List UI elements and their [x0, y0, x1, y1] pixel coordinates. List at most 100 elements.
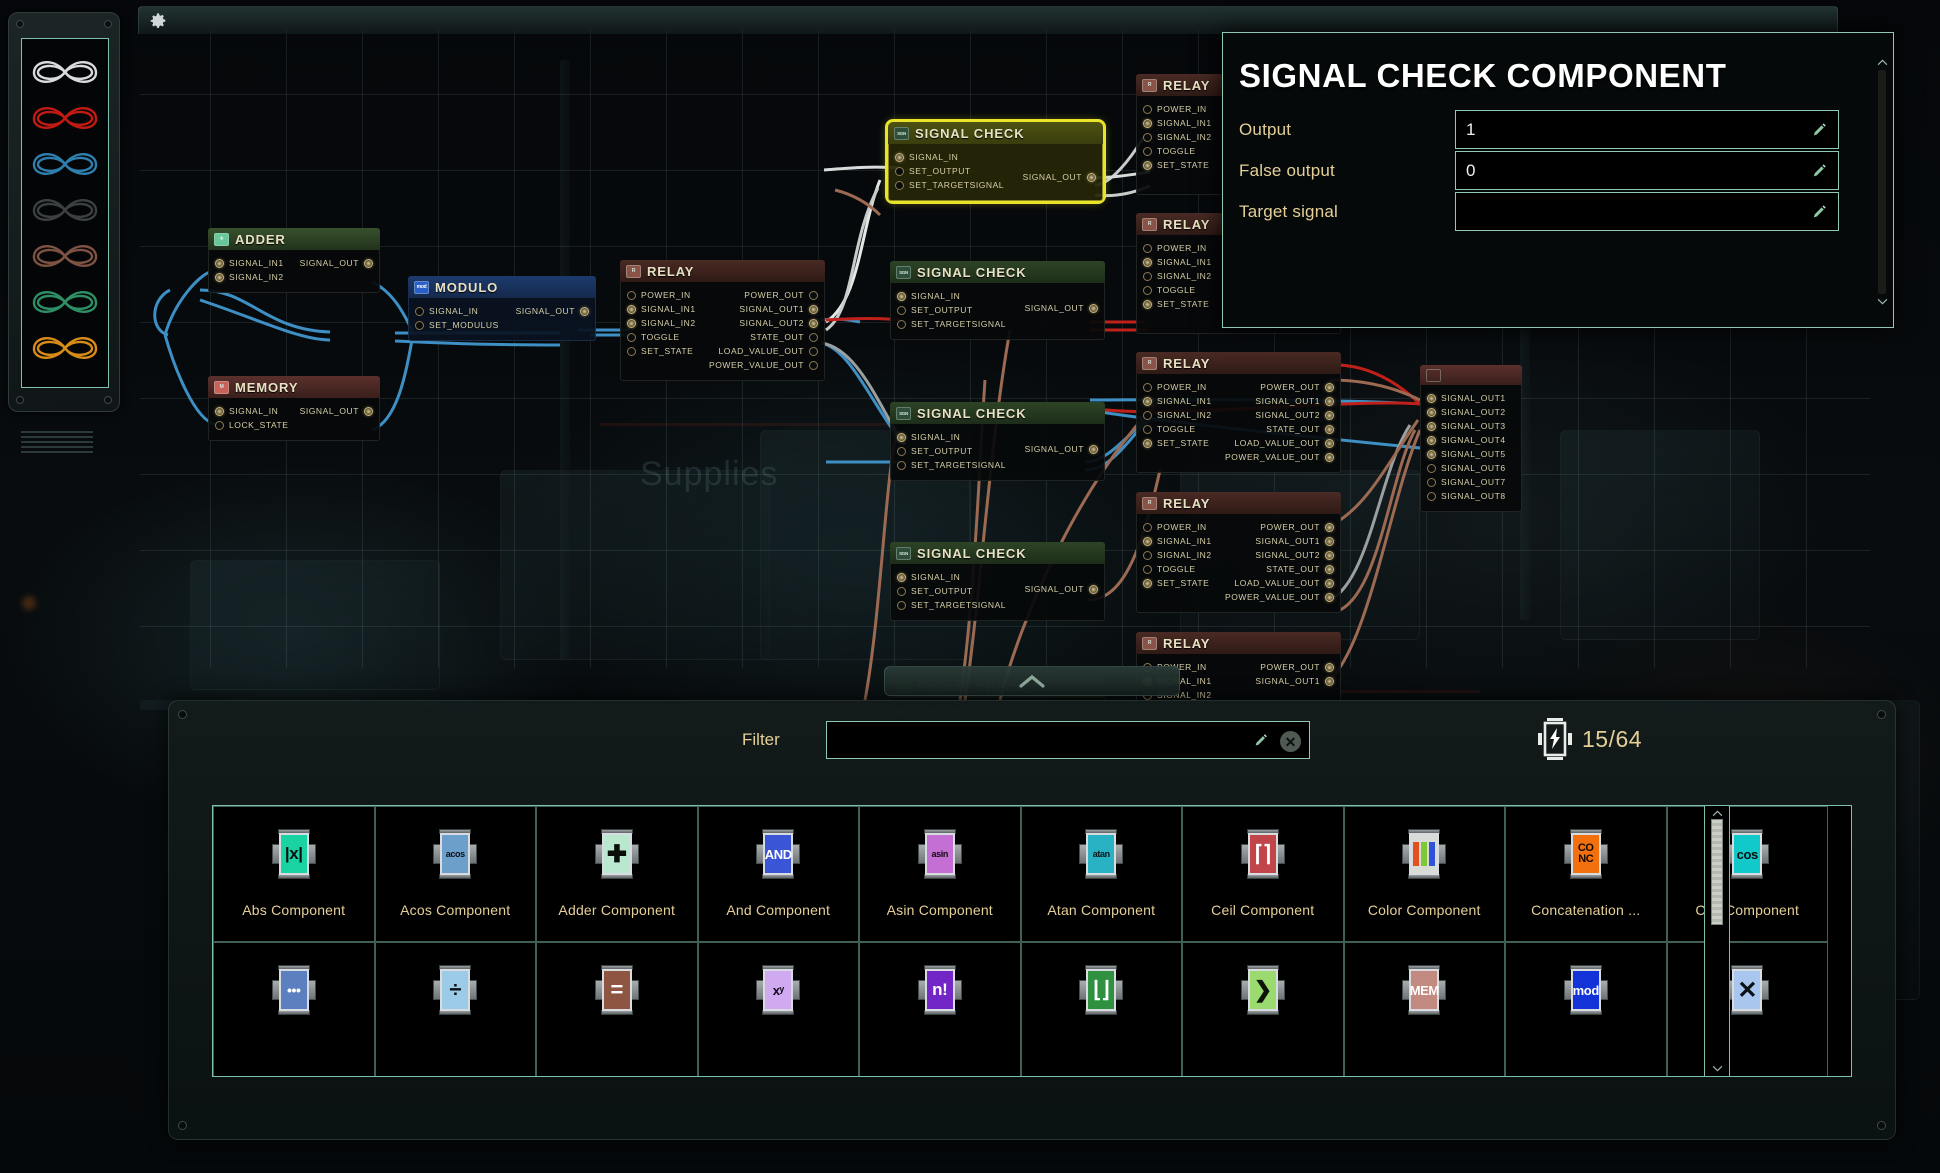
- pin-socket[interactable]: [1143, 578, 1152, 588]
- pin-socket[interactable]: [1143, 285, 1152, 295]
- pin-toggle[interactable]: TOGGLE: [1143, 145, 1212, 157]
- pin-toggle[interactable]: TOGGLE: [1143, 563, 1212, 575]
- component-cell[interactable]: =: [536, 942, 698, 1076]
- component-cell[interactable]: ÷: [374, 942, 536, 1076]
- node-signal-check-2[interactable]: SGN SIGNAL CHECK SIGNAL_IN SET_OUTPUT SE…: [890, 261, 1105, 340]
- pin-socket[interactable]: [1143, 522, 1152, 532]
- clear-circle-icon[interactable]: ✕: [1280, 731, 1301, 752]
- pin-socket[interactable]: [1325, 410, 1334, 420]
- pin-toggle[interactable]: TOGGLE: [627, 331, 696, 343]
- pin-socket[interactable]: [1143, 146, 1152, 156]
- chevron-up-icon[interactable]: [1712, 810, 1723, 817]
- pin-signal-out3[interactable]: SIGNAL_OUT3: [1427, 420, 1515, 432]
- pin-socket[interactable]: [1143, 564, 1152, 574]
- node-header[interactable]: mod MODULO: [408, 276, 596, 298]
- pin-socket[interactable]: [1087, 172, 1096, 182]
- pin-set-output[interactable]: SET_OUTPUT: [897, 585, 1006, 597]
- pin-socket[interactable]: [627, 304, 636, 314]
- pin-set-state[interactable]: SET_STATE: [1143, 577, 1212, 589]
- pin-socket[interactable]: [1089, 303, 1098, 313]
- component-cell[interactable]: ✚ Adder Component: [536, 806, 698, 942]
- node-signal-check-selected[interactable]: SGN SIGNAL CHECK SIGNAL_IN SET_OUTPUT SE…: [885, 119, 1106, 204]
- pin-set-targetsignal[interactable]: SET_TARGETSIGNAL: [897, 599, 1006, 611]
- false-output-field[interactable]: 0: [1455, 151, 1839, 190]
- node-header[interactable]: ✚ ADDER: [208, 228, 380, 250]
- filter-input[interactable]: ✕: [826, 721, 1310, 759]
- pin-socket[interactable]: [1143, 536, 1152, 546]
- pin-signal-in[interactable]: SIGNAL_IN: [415, 305, 499, 317]
- target-signal-field[interactable]: [1455, 192, 1839, 231]
- pin-signal-out1[interactable]: SIGNAL_OUT1: [1255, 675, 1334, 687]
- pin-socket[interactable]: [809, 304, 818, 314]
- pin-socket[interactable]: [364, 258, 373, 268]
- pin-socket[interactable]: [415, 306, 424, 316]
- pencil-icon[interactable]: [1811, 119, 1828, 141]
- pin-power-out[interactable]: POWER_OUT: [1225, 381, 1334, 393]
- pin-signal-in1[interactable]: SIGNAL_IN1: [1143, 535, 1212, 547]
- pin-socket[interactable]: [895, 166, 904, 176]
- pin-socket[interactable]: [1325, 662, 1334, 672]
- pin-socket[interactable]: [1143, 271, 1152, 281]
- pin-socket[interactable]: [580, 306, 589, 316]
- pin-signal-in1[interactable]: SIGNAL_IN1: [1143, 117, 1212, 129]
- pin-set-state[interactable]: SET_STATE: [1143, 298, 1212, 310]
- pin-socket[interactable]: [1325, 550, 1334, 560]
- pin-socket[interactable]: [897, 446, 906, 456]
- pin-power-in[interactable]: POWER_IN: [1143, 103, 1212, 115]
- pin-signal-out[interactable]: SIGNAL_OUT: [516, 305, 589, 317]
- pin-signal-out[interactable]: SIGNAL_OUT: [300, 405, 373, 417]
- pin-signal-out1[interactable]: SIGNAL_OUT1: [1427, 392, 1515, 404]
- chevron-up-icon[interactable]: [1877, 59, 1888, 66]
- node-header[interactable]: SGN SIGNAL CHECK: [890, 542, 1105, 564]
- pin-signal-in[interactable]: SIGNAL_IN: [215, 405, 289, 417]
- component-cell[interactable]: acos Acos Component: [374, 806, 536, 942]
- pin-socket[interactable]: [897, 460, 906, 470]
- pin-socket[interactable]: [1325, 564, 1334, 574]
- pin-signal-in1[interactable]: SIGNAL_IN1: [1143, 395, 1212, 407]
- node-header[interactable]: R RELAY: [620, 260, 825, 282]
- scrollbar-thumb[interactable]: [1711, 819, 1723, 925]
- component-cell[interactable]: xʸ: [697, 942, 859, 1076]
- chevron-up-icon[interactable]: [1019, 674, 1045, 689]
- green-wire-spool[interactable]: [29, 285, 101, 319]
- blue-wire-spool[interactable]: [29, 147, 101, 181]
- component-cell[interactable]: MEM: [1343, 942, 1505, 1076]
- pin-socket[interactable]: [215, 420, 224, 430]
- pin-power-out[interactable]: POWER_OUT: [1225, 521, 1334, 533]
- pin-socket[interactable]: [627, 346, 636, 356]
- pin-power-value-out[interactable]: POWER_VALUE_OUT: [1225, 451, 1334, 463]
- pin-signal-out4[interactable]: SIGNAL_OUT4: [1427, 434, 1515, 446]
- node-relay-r4[interactable]: R RELAY POWER_IN SIGNAL_IN1 SIGNAL_IN2 TO…: [1136, 492, 1341, 613]
- pin-socket[interactable]: [1325, 396, 1334, 406]
- node-header[interactable]: R RELAY: [1136, 632, 1341, 654]
- node-header[interactable]: R RELAY: [1136, 492, 1341, 514]
- chevron-down-icon[interactable]: [1712, 1065, 1723, 1072]
- pin-socket[interactable]: [1325, 578, 1334, 588]
- pin-set-targetsignal[interactable]: SET_TARGETSIGNAL: [895, 179, 1004, 191]
- pin-signal-out5[interactable]: SIGNAL_OUT5: [1427, 448, 1515, 460]
- component-cell[interactable]: ⌈⌉ Ceil Component: [1182, 806, 1344, 942]
- component-cell[interactable]: CO NC Concatenation ...: [1505, 806, 1667, 942]
- node-modulo[interactable]: mod MODULO SIGNAL_IN SET_MODULUS SIGNAL_…: [408, 276, 596, 341]
- pin-signal-in2[interactable]: SIGNAL_IN2: [215, 271, 284, 283]
- pin-socket[interactable]: [895, 180, 904, 190]
- pin-power-out[interactable]: POWER_OUT: [1255, 661, 1334, 673]
- pin-power-out[interactable]: POWER_OUT: [709, 289, 818, 301]
- pin-socket[interactable]: [897, 305, 906, 315]
- node-relay-center[interactable]: R RELAY POWER_IN SIGNAL_IN1 SIGNAL_IN2 T…: [620, 260, 825, 381]
- pencil-icon[interactable]: [1811, 160, 1828, 182]
- pin-socket[interactable]: [364, 406, 373, 416]
- pin-lock-state[interactable]: LOCK_STATE: [215, 419, 289, 431]
- pin-signal-out7[interactable]: SIGNAL_OUT7: [1427, 476, 1515, 488]
- pin-socket[interactable]: [1143, 550, 1152, 560]
- pin-socket[interactable]: [897, 572, 906, 582]
- pin-socket[interactable]: [809, 290, 818, 300]
- pin-socket[interactable]: [415, 320, 424, 330]
- pin-set-output[interactable]: SET_OUTPUT: [897, 445, 1006, 457]
- pin-set-state[interactable]: SET_STATE: [1143, 437, 1212, 449]
- node-header[interactable]: SGN SIGNAL CHECK: [890, 261, 1105, 283]
- pin-power-value-out[interactable]: POWER_VALUE_OUT: [1225, 591, 1334, 603]
- pin-socket[interactable]: [1143, 160, 1152, 170]
- pin-socket[interactable]: [1143, 257, 1152, 267]
- component-cell[interactable]: ✕: [1666, 942, 1828, 1076]
